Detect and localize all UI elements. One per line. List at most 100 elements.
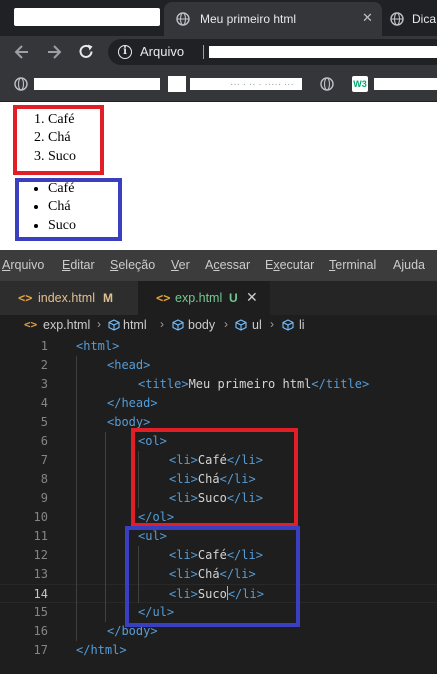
redacted-url (209, 46, 437, 58)
text-token: Meu primeiro html (188, 377, 312, 391)
line-number: 7 (40, 453, 48, 467)
tab-index-html[interactable]: <> index.html M (0, 281, 138, 315)
breadcrumb-item[interactable]: li (299, 318, 305, 332)
line-number: 1 (40, 339, 48, 353)
list-item: Chá (48, 129, 76, 147)
indent-guide (105, 432, 106, 622)
line-number: 13 (33, 567, 48, 581)
code-text: <title>Meu primeiro html</title> (138, 375, 369, 394)
list-item: Café (48, 111, 76, 129)
line-number: 6 (40, 434, 48, 448)
untracked-badge: U (229, 291, 238, 305)
chevron-right-icon: › (270, 317, 274, 331)
menu-item-arquivo[interactable]: Arquivo (2, 258, 44, 272)
forward-arrow-icon[interactable] (44, 42, 64, 62)
menu-item-acessar[interactable]: Acessar (205, 258, 250, 272)
code-line[interactable]: 2 <head> (0, 356, 437, 375)
code-line[interactable]: 17 </html> (0, 641, 437, 660)
address-separator (203, 45, 204, 59)
code-text: <html> (76, 337, 119, 356)
line-number: 3 (40, 377, 48, 391)
menu-item-terminal[interactable]: Terminal (329, 258, 376, 272)
code-line[interactable]: 3 <title>Meu primeiro html</title> (0, 375, 437, 394)
line-number: 8 (40, 472, 48, 486)
bookmark-faint-text: ··· · ·· · ····· ··· (230, 79, 294, 90)
editor-tabs: <> index.html M <> exp.html U ✕ (0, 281, 437, 315)
html-tag-token: </head> (107, 396, 158, 410)
ol-code-highlight-box (131, 428, 298, 527)
line-number: 16 (33, 624, 48, 638)
menu-item-ver[interactable]: Ver (171, 258, 190, 272)
rendered-page: Café Chá Suco Café Chá Suco (0, 103, 437, 250)
line-number: 9 (40, 491, 48, 505)
address-bar[interactable]: i Arquivo (108, 39, 437, 65)
breadcrumb-item[interactable]: ul (252, 318, 262, 332)
address-scheme-label: Arquivo (140, 44, 185, 59)
vscode-window: Arquivo Editar Seleção Ver Acessar Executar Te… (0, 250, 437, 674)
line-number: 11 (33, 529, 48, 543)
code-editor[interactable]: 17 </html> 16 </body> 15 </ul> 14 <li>Suco</li>… (0, 337, 437, 674)
list-item: Chá (48, 198, 76, 216)
indent-guide (76, 356, 77, 641)
tab-meu-primeiro-html[interactable]: Meu primeiro html ✕ (164, 2, 382, 36)
chevron-right-icon: › (224, 317, 228, 331)
html-tag-token: <title> (138, 377, 189, 391)
tab-title: Dica (412, 12, 437, 26)
line-number: 17 (33, 643, 48, 657)
html-tag-token: <head> (107, 358, 151, 372)
line-number: 2 (40, 358, 48, 372)
redacted-bookmark[interactable] (374, 78, 437, 90)
element-cube-icon (282, 319, 294, 331)
line-number: 4 (40, 396, 48, 410)
tab-name: index.html (38, 291, 95, 305)
back-arrow-icon[interactable] (12, 42, 32, 62)
tab-dica[interactable]: Dica (384, 2, 437, 36)
modified-badge: M (103, 291, 113, 305)
ordered-list: Café Chá Suco (48, 111, 76, 166)
reload-icon[interactable] (76, 42, 96, 62)
element-cube-icon (172, 319, 184, 331)
tab-title: Meu primeiro html (200, 12, 297, 26)
close-icon[interactable]: ✕ (362, 10, 373, 26)
globe-icon (320, 77, 334, 91)
html-tag-token: <body> (107, 415, 151, 429)
menu-item-ajuda[interactable]: Ajuda (393, 258, 425, 272)
chevron-right-icon: › (160, 317, 164, 331)
menu-item-editar[interactable]: Editar (62, 258, 95, 272)
close-icon[interactable]: ✕ (246, 289, 258, 306)
redacted-tab[interactable] (14, 8, 160, 26)
line-number: 10 (33, 510, 48, 524)
list-item: Café (48, 180, 76, 198)
w3schools-icon[interactable]: W3 (352, 76, 368, 92)
ul-code-highlight-box (125, 526, 300, 627)
html-file-icon: <> (24, 318, 38, 331)
tab-exp-html[interactable]: <> exp.html U ✕ (138, 281, 270, 315)
redacted-bookmark-icon (168, 76, 186, 92)
unordered-list: Café Chá Suco (48, 180, 76, 235)
menu-item-executar[interactable]: Executar (265, 258, 314, 272)
globe-icon (390, 12, 404, 26)
list-item: Suco (48, 148, 76, 166)
code-line[interactable]: 1 <html> (0, 337, 437, 356)
breadcrumb: <> exp.html › html › body › ul › li (0, 315, 437, 337)
line-number: 15 (33, 605, 48, 619)
bookmarks-bar: ··· · ·· · ····· ··· W3 (0, 68, 437, 102)
breadcrumb-item[interactable]: body (188, 318, 215, 332)
globe-icon (14, 77, 28, 91)
html-file-icon: <> (18, 291, 33, 305)
menu-item-selecao[interactable]: Seleção (110, 258, 155, 272)
redacted-bookmark[interactable] (34, 78, 160, 90)
html-file-icon: <> (156, 291, 171, 305)
code-line[interactable]: 4 </head> (0, 394, 437, 413)
element-cube-icon (108, 319, 120, 331)
html-tag-token: <html> (76, 339, 120, 353)
browser-toolbar: i Arquivo (0, 36, 437, 68)
breadcrumb-item[interactable]: exp.html (43, 318, 90, 332)
browser-tab-strip: Meu primeiro html ✕ Dica (0, 0, 437, 36)
element-cube-icon (235, 319, 247, 331)
breadcrumb-item[interactable]: html (123, 318, 147, 332)
info-icon[interactable]: i (118, 45, 132, 59)
html-tag-token: </title> (311, 377, 370, 391)
tab-name: exp.html (175, 291, 223, 305)
html-tag-token: </html> (76, 643, 127, 657)
